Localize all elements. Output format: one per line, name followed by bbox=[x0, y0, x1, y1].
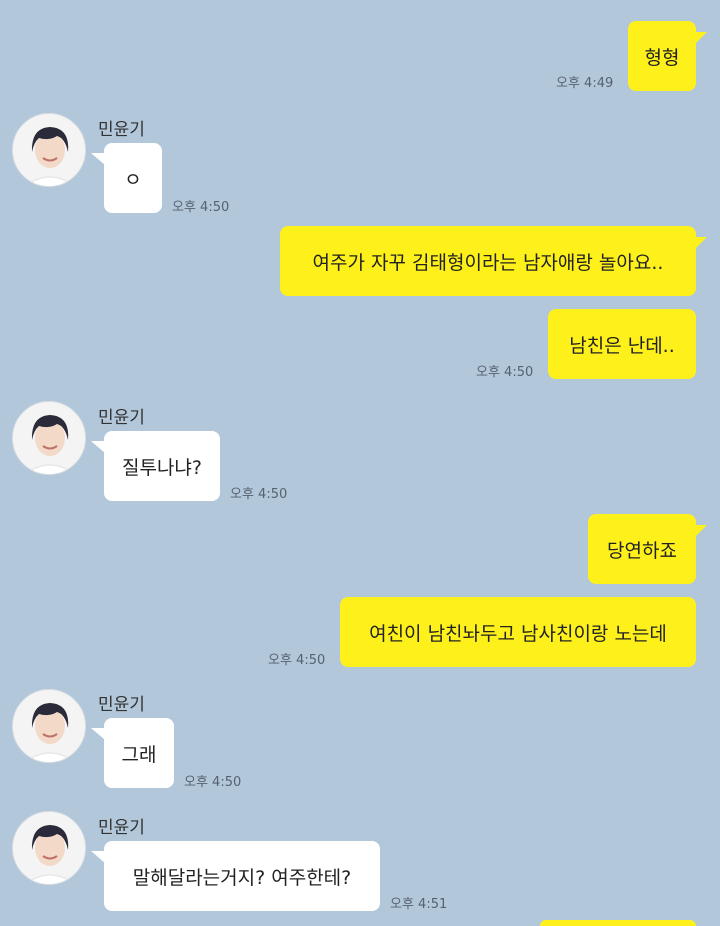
profile-photo bbox=[13, 114, 85, 186]
their-message-bubble[interactable]: 그래 bbox=[104, 718, 174, 788]
profile-photo bbox=[13, 812, 85, 884]
bubble-tail bbox=[91, 728, 105, 740]
profile-photo bbox=[13, 402, 85, 474]
message-text: 여주가 자꾸 김태형이라는 남자애랑 놀아요.. bbox=[312, 251, 664, 274]
avatar[interactable] bbox=[12, 811, 86, 885]
message-text: 말해달라는거지? 여주한테? bbox=[132, 866, 352, 889]
message-time: 오후 4:50 bbox=[184, 775, 242, 790]
their-message-bubble[interactable]: 말해달라는거지? 여주한테? bbox=[104, 841, 380, 911]
avatar[interactable] bbox=[12, 401, 86, 475]
bubble-tail bbox=[695, 525, 707, 537]
bubble-tail bbox=[695, 32, 707, 44]
sender-name: 민윤기 bbox=[98, 818, 145, 838]
message-text: 형형 bbox=[644, 46, 680, 69]
message-text: 그래 bbox=[121, 743, 157, 766]
bubble-tail bbox=[91, 851, 105, 863]
message-time: 오후 4:50 bbox=[172, 200, 230, 215]
my-message-bubble[interactable]: 형형 bbox=[628, 21, 696, 91]
message-time: 오후 4:51 bbox=[390, 897, 448, 912]
message-text: ㅇ bbox=[124, 168, 142, 191]
my-message-bubble[interactable]: 여친이 남친놔두고 남사친이랑 노는데 bbox=[340, 597, 696, 667]
bubble-tail bbox=[695, 237, 707, 249]
sender-name: 민윤기 bbox=[98, 695, 145, 715]
profile-photo bbox=[13, 690, 85, 762]
my-message-bubble[interactable]: 여주가 자꾸 김태형이라는 남자애랑 놀아요.. bbox=[280, 226, 696, 296]
my-message-bubble[interactable]: 당연하죠 bbox=[588, 514, 696, 584]
message-time: 오후 4:50 bbox=[476, 365, 534, 380]
message-time: 오후 4:49 bbox=[556, 76, 614, 91]
message-time: 오후 4:50 bbox=[268, 653, 326, 668]
their-message-bubble[interactable]: ㅇ bbox=[104, 143, 162, 213]
sender-name: 민윤기 bbox=[98, 408, 145, 428]
message-text: 여친이 남친놔두고 남사친이랑 노는데 bbox=[369, 622, 667, 645]
message-time: 오후 4:50 bbox=[230, 487, 288, 502]
message-text: 당연하죠 bbox=[607, 539, 677, 562]
bubble-tail bbox=[91, 441, 105, 453]
sender-name: 민윤기 bbox=[98, 120, 145, 140]
avatar[interactable] bbox=[12, 689, 86, 763]
message-text: 남친은 난데.. bbox=[569, 334, 675, 357]
their-message-bubble[interactable]: 질투나냐? bbox=[104, 431, 220, 501]
avatar[interactable] bbox=[12, 113, 86, 187]
bubble-tail bbox=[91, 153, 105, 165]
message-text: 질투나냐? bbox=[121, 456, 202, 479]
my-message-bubble[interactable]: 남친은 난데.. bbox=[548, 309, 696, 379]
partial-message-bubble bbox=[540, 920, 696, 926]
